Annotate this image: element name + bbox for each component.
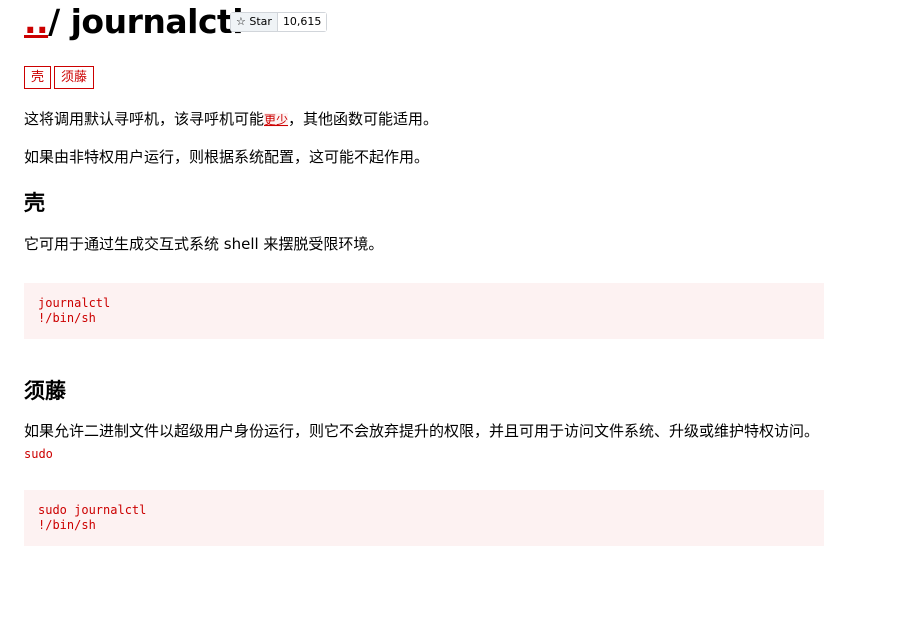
sudo-text: 如果允许二进制文件以超级用户身份运行，则它不会放弃提升的权限，并且可用于访问文件… [24,422,820,440]
star-icon: ☆ [236,15,246,28]
intro-paragraph-2: 如果由非特权用户运行，则根据系统配置，这可能不起作用。 [24,148,430,166]
code-block-shell: journalctl !/bin/sh [24,283,824,339]
tag-shell[interactable]: 壳 [24,66,52,89]
section-heading-sudo: 须藤 [24,379,66,403]
page-title: ../ journalctl [24,2,244,41]
sudo-inline-code: sudo [24,447,53,461]
code-block-sudo: sudo journalctl !/bin/sh [24,490,824,546]
section-heading-shell: 壳 [24,191,45,215]
parent-link[interactable]: .. [24,2,49,41]
less-link[interactable]: 更少 [264,113,289,127]
intro-text: 这将调用默认寻呼机，该寻呼机可能 [24,110,265,128]
page-title-text: / journalctl [48,2,244,41]
star-label: Star [249,15,272,28]
section-text-sudo: 如果允许二进制文件以超级用户身份运行，则它不会放弃提升的权限，并且可用于访问文件… [24,420,824,465]
function-tags: 壳 须藤 [24,66,95,89]
star-count[interactable]: 10,615 [277,13,327,31]
star-button[interactable]: ☆ Star [231,13,278,31]
tag-sudo[interactable]: 须藤 [54,66,95,89]
intro-text-end: ，其他函数可能适用。 [288,110,439,128]
section-text-shell: 它可用于通过生成交互式系统 shell 来摆脱受限环境。 [24,235,384,253]
github-star-widget[interactable]: ☆ Star 10,615 [230,12,328,32]
intro-paragraph-1: 这将调用默认寻呼机，该寻呼机可能更少，其他函数可能适用。 [24,108,438,131]
